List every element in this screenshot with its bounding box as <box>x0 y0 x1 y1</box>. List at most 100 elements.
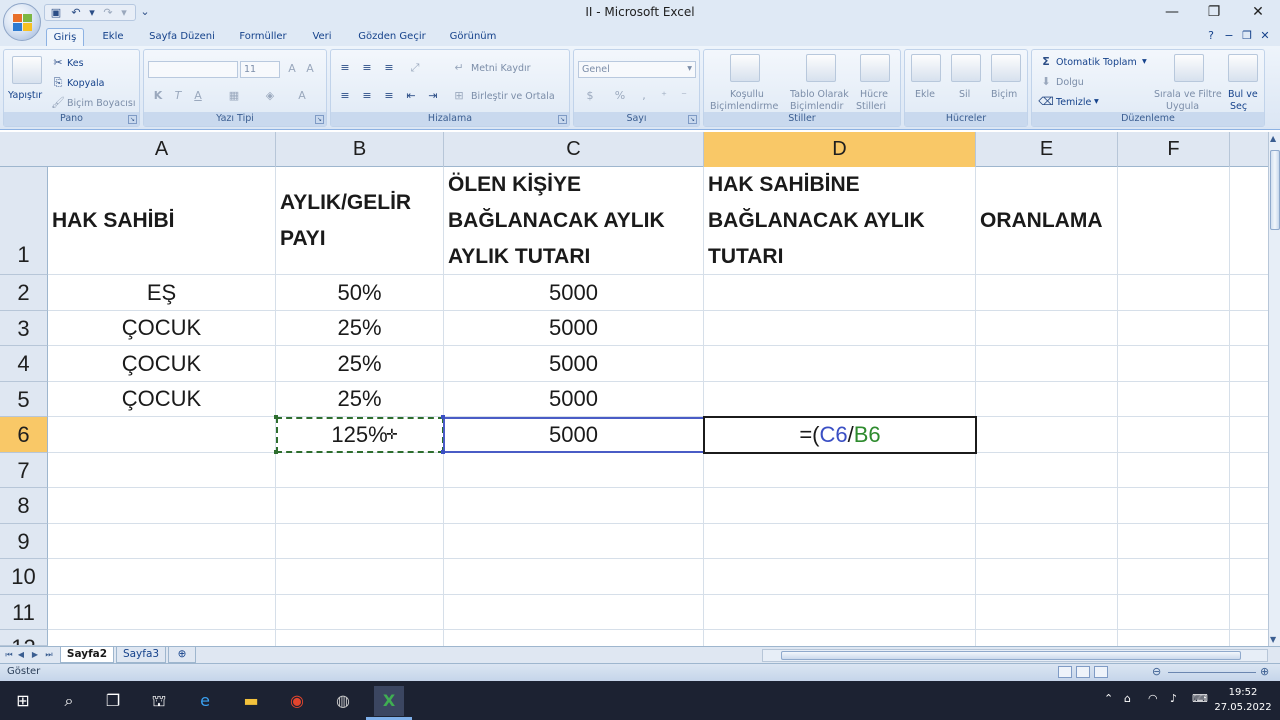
row-header-5[interactable]: 5 <box>0 382 48 417</box>
cell-d1-line2[interactable]: BAĞLANACAK AYLIK <box>704 203 975 239</box>
find-select-icon[interactable] <box>1228 54 1258 82</box>
prev-sheet-icon[interactable]: ◀ <box>16 649 26 661</box>
cell-b2[interactable]: 50% <box>276 275 443 310</box>
row-header-9[interactable]: 9 <box>0 524 48 559</box>
cell-c4[interactable]: 5000 <box>444 346 703 381</box>
cell-c5[interactable]: 5000 <box>444 382 703 416</box>
autosum-label[interactable]: Otomatik Toplam <box>1056 57 1137 68</box>
wrap-text-label[interactable]: Metni Kaydır <box>471 63 531 74</box>
cell-styles-label1[interactable]: Hücre <box>860 89 888 100</box>
fill-icon[interactable]: ⬇ <box>1038 74 1054 90</box>
eraser-icon[interactable]: ⌫ <box>1038 94 1054 110</box>
last-sheet-icon[interactable]: ⏭ <box>44 649 54 661</box>
scroll-down-icon[interactable]: ▼ <box>1270 635 1276 644</box>
minimize-button[interactable]: — <box>1154 2 1190 22</box>
align-center-icon[interactable]: ≡ <box>359 88 375 104</box>
horizontal-scroll-thumb[interactable] <box>781 651 1241 660</box>
align-middle-icon[interactable]: ≡ <box>359 60 375 76</box>
shrink-font-icon[interactable]: A <box>302 61 318 77</box>
fill-color-icon[interactable]: ◈ <box>262 88 278 104</box>
dropdown-arrow-icon[interactable]: ▾ <box>1094 96 1099 107</box>
copy-label[interactable]: Kopyala <box>67 78 105 89</box>
currency-icon[interactable]: $ <box>582 88 598 104</box>
close-button[interactable]: ✕ <box>1240 2 1276 22</box>
cell-a2[interactable]: EŞ <box>48 275 275 310</box>
page-layout-icon[interactable] <box>1076 666 1090 678</box>
row-header-2[interactable]: 2 <box>0 275 48 311</box>
italic-icon[interactable]: T <box>170 88 186 104</box>
row-header-6[interactable]: 6 <box>0 417 48 453</box>
format-painter-icon[interactable]: 🖌 <box>50 95 66 111</box>
orientation-icon[interactable]: ⤢ <box>407 60 423 76</box>
cell-c6[interactable]: 5000 <box>444 417 703 452</box>
cell-c1-line3[interactable]: AYLIK TUTARI <box>444 239 703 275</box>
cell-a1[interactable]: HAK SAHİBİ <box>48 203 275 239</box>
format-as-table-label1[interactable]: Tablo Olarak <box>790 89 849 100</box>
cell-b4[interactable]: 25% <box>276 346 443 381</box>
dropdown-arrow-icon[interactable]: ▾ <box>1142 56 1147 67</box>
horizontal-scrollbar[interactable] <box>762 649 1268 662</box>
insert-cells-icon[interactable] <box>911 54 941 82</box>
cell-b1-line2[interactable]: PAYI <box>276 221 443 257</box>
clear-label[interactable]: Temizle <box>1056 97 1091 108</box>
column-header-c[interactable]: C <box>444 132 704 167</box>
wrap-text-icon[interactable]: ↵ <box>451 60 467 76</box>
chrome-icon[interactable]: ◉ <box>282 686 312 716</box>
keyboard-icon[interactable]: ⌨ <box>1192 692 1208 705</box>
file-explorer-icon[interactable]: ▬ <box>236 686 266 716</box>
tab-ekle[interactable]: Ekle <box>96 28 130 46</box>
copy-icon[interactable]: ⎘ <box>50 75 66 91</box>
row-header-7[interactable]: 7 <box>0 453 48 488</box>
office-button[interactable] <box>3 3 41 41</box>
format-cells-label[interactable]: Biçim <box>991 89 1017 100</box>
conditional-format-icon[interactable] <box>730 54 760 82</box>
border-icon[interactable]: ▦ <box>226 88 242 104</box>
cell-a4[interactable]: ÇOCUK <box>48 346 275 381</box>
normal-view-icon[interactable] <box>1058 666 1072 678</box>
help-icon[interactable]: ? <box>1204 29 1218 43</box>
underline-icon[interactable]: A <box>190 88 206 104</box>
cell-b5[interactable]: 25% <box>276 382 443 416</box>
font-name-box[interactable] <box>148 61 238 78</box>
zoom-out-icon[interactable]: ⊖ <box>1152 665 1161 678</box>
vertical-scrollbar[interactable]: ▲ ▼ <box>1268 132 1280 646</box>
format-painter-label[interactable]: Biçim Boyacısı <box>67 98 136 109</box>
column-header-d[interactable]: D <box>704 132 976 167</box>
bold-icon[interactable]: K <box>150 88 166 104</box>
dialog-launcher-icon[interactable]: ↘ <box>315 115 324 124</box>
tab-formuller[interactable]: Formüller <box>232 28 294 46</box>
insert-cells-label[interactable]: Ekle <box>915 89 935 100</box>
cell-c1-line2[interactable]: BAĞLANACAK AYLIK <box>444 203 703 239</box>
minimize-workbook-icon[interactable]: − <box>1222 29 1236 43</box>
dialog-launcher-icon[interactable]: ↘ <box>128 115 137 124</box>
clock[interactable]: 19:52 27.05.2022 <box>1212 685 1274 715</box>
cell-b3[interactable]: 25% <box>276 311 443 345</box>
scissors-icon[interactable]: ✂ <box>50 55 66 71</box>
align-right-icon[interactable]: ≡ <box>381 88 397 104</box>
tray-arrow-icon[interactable]: ⌃ <box>1104 692 1113 705</box>
cell-a5[interactable]: ÇOCUK <box>48 382 275 416</box>
cell-d1-line1[interactable]: HAK SAHİBİNE <box>704 167 975 203</box>
decrease-indent-icon[interactable]: ⇤ <box>403 88 419 104</box>
comma-icon[interactable]: , <box>636 88 652 104</box>
cell-c2[interactable]: 5000 <box>444 275 703 310</box>
store-icon[interactable]: ⛫ <box>144 686 174 716</box>
insert-sheet-icon[interactable]: ⊕ <box>168 647 196 663</box>
merge-icon[interactable]: ⊞ <box>451 88 467 104</box>
scroll-up-icon[interactable]: ▲ <box>1270 134 1276 143</box>
delete-cells-label[interactable]: Sil <box>959 89 970 100</box>
row-header-11[interactable]: 11 <box>0 595 48 630</box>
increase-decimal-icon[interactable]: ⁺ <box>656 88 672 104</box>
find-select-label2[interactable]: Seç <box>1230 101 1247 112</box>
autosum-icon[interactable]: Σ <box>1038 54 1054 70</box>
align-bottom-icon[interactable]: ≡ <box>381 60 397 76</box>
tab-gorunum[interactable]: Görünüm <box>444 28 502 46</box>
restore-workbook-icon[interactable]: ❐ <box>1240 29 1254 43</box>
close-workbook-icon[interactable]: ✕ <box>1258 29 1272 43</box>
sort-filter-icon[interactable] <box>1174 54 1204 82</box>
cell-styles-label2[interactable]: Stilleri <box>856 101 886 112</box>
active-cell-d6[interactable]: =(C6/B6 <box>703 416 977 454</box>
cell-c1-line1[interactable]: ÖLEN KİŞİYE <box>444 167 703 203</box>
windows-start-icon[interactable]: ⊞ <box>8 686 38 716</box>
tab-sayfa-duzeni[interactable]: Sayfa Düzeni <box>144 28 220 46</box>
